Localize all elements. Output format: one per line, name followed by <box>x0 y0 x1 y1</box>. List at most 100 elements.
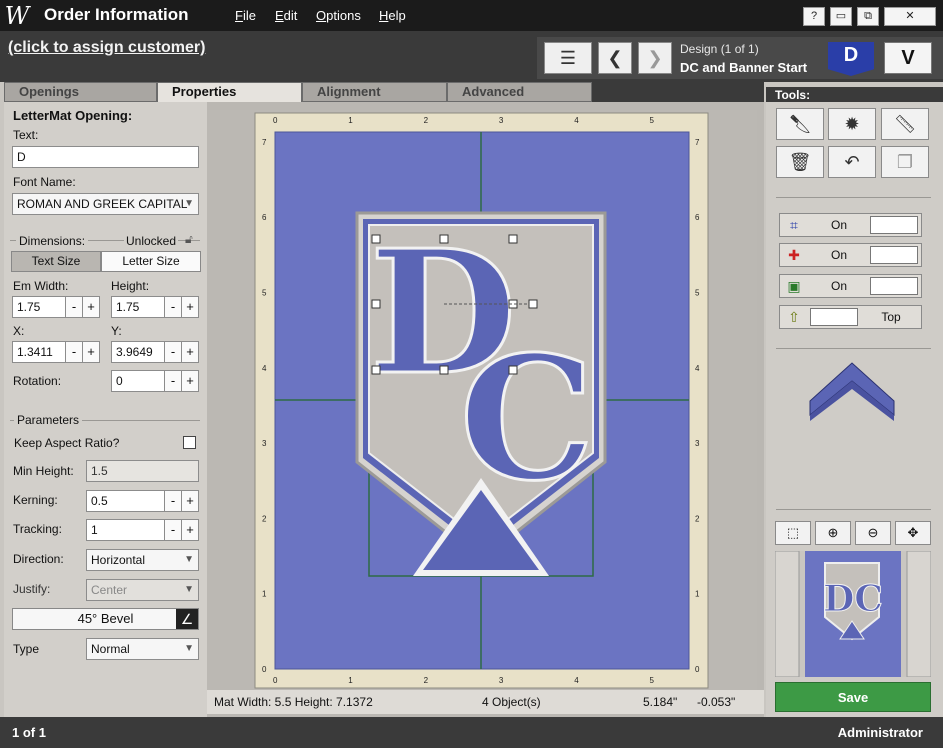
previous-design-icon[interactable]: ❮ <box>598 42 632 74</box>
type-select[interactable]: Normal ▼ <box>86 638 199 660</box>
toggle-switch[interactable] <box>870 277 918 295</box>
knife-icon[interactable]: 🔪︎ <box>776 108 824 140</box>
text-input[interactable]: D <box>12 146 199 168</box>
close-button[interactable]: ✕ <box>884 7 936 26</box>
pan-icon[interactable]: ✥ <box>895 521 931 545</box>
font-name-label: Font Name: <box>13 175 76 189</box>
design-navigation: ☰ ❮ ❯ Design (1 of 1) DC and Banner Star… <box>537 37 943 79</box>
tab-advanced[interactable]: Advanced <box>447 82 592 102</box>
next-design-icon[interactable]: ❯ <box>638 42 672 74</box>
visualization-button[interactable]: V <box>884 42 932 74</box>
kerning-increment[interactable]: + <box>181 490 199 512</box>
menu-edit[interactable]: Edit <box>275 8 297 23</box>
direction-label: Direction: <box>13 552 64 566</box>
text-size-toggle[interactable]: Text Size <box>11 251 101 272</box>
kerning-label: Kerning: <box>13 493 58 507</box>
page-indicator: 1 of 1 <box>12 725 46 740</box>
rotation-increment[interactable]: + <box>181 370 199 392</box>
trash-icon[interactable]: 🗑︎ <box>776 146 824 178</box>
zoom-in-icon[interactable]: ⊕ <box>815 521 851 545</box>
kerning-input[interactable]: 0.5 <box>86 490 166 512</box>
ruler-tick-label: 2 <box>262 514 267 523</box>
kerning-decrement[interactable]: - <box>164 490 182 512</box>
crosshair-icon: ✚ <box>788 247 800 263</box>
x-decrement[interactable]: - <box>65 341 83 363</box>
zoom-out-icon[interactable]: ⊖ <box>855 521 891 545</box>
toggle-switch[interactable] <box>870 216 918 234</box>
menu-help[interactable]: Help <box>379 8 406 23</box>
ruler-tick-label: 3 <box>262 439 267 448</box>
x-input[interactable]: 1.3411 <box>12 341 66 363</box>
properties-panel: LetterMat Opening: Text: D Font Name: RO… <box>4 102 207 717</box>
x-increment[interactable]: + <box>82 341 100 363</box>
em-width-input[interactable]: 1.75 <box>12 296 66 318</box>
keep-aspect-checkbox[interactable] <box>183 436 196 449</box>
move-up-arrow-icon[interactable] <box>806 359 898 433</box>
font-name-select[interactable]: ROMAN AND GREEK CAPITAL ▼ <box>12 193 199 215</box>
bevel-button[interactable]: 45° Bevel <box>12 608 199 630</box>
height-increment[interactable]: + <box>181 296 199 318</box>
tools-panel: Tools: 🔪︎ ✹ 📏︎ 🗑︎ ↶ ❐ ⌗ On ✚ On ▣ On ⇧ T… <box>766 87 943 717</box>
ruler-tick-label: 2 <box>424 676 429 685</box>
em-width-decrement[interactable]: - <box>65 296 83 318</box>
minimize-button[interactable]: ▭ <box>830 7 852 26</box>
letter-size-toggle[interactable]: Letter Size <box>101 251 201 272</box>
save-button[interactable]: Save <box>775 682 931 712</box>
zoom-fit-icon[interactable]: ⬚ <box>775 521 811 545</box>
rotation-input[interactable]: 0 <box>111 370 165 392</box>
y-decrement[interactable]: - <box>164 341 182 363</box>
tracking-input[interactable]: 1 <box>86 519 166 541</box>
restore-button[interactable]: ⧉ <box>857 7 879 26</box>
tracking-increment[interactable]: + <box>181 519 199 541</box>
y-input[interactable]: 3.9649 <box>111 341 165 363</box>
toggle-switch[interactable] <box>810 308 858 326</box>
tab-openings[interactable]: Openings <box>4 82 157 102</box>
min-height-input[interactable]: 1.5 <box>86 460 199 482</box>
ruler-tick-label: 2 <box>695 514 700 523</box>
burst-icon[interactable]: ✹ <box>828 108 876 140</box>
ruler-tick-label: 1 <box>348 676 353 685</box>
unlock-icon[interactable]: 🔓︎ <box>185 232 193 247</box>
mat-canvas[interactable]: D C 001122334455 7 76 65 54 43 32 21 10 0 <box>207 110 757 690</box>
help-icon[interactable]: ? <box>803 7 825 26</box>
design-workspace[interactable]: D C 001122334455 7766554433221100 <box>207 110 757 690</box>
height-decrement[interactable]: - <box>164 296 182 318</box>
em-width-increment[interactable]: + <box>82 296 100 318</box>
toggle-row-opening[interactable]: ⌗ On <box>779 213 922 237</box>
ruler-tick-label: 5 <box>262 289 267 298</box>
toggle-switch[interactable] <box>870 246 918 264</box>
lock-status: Unlocked <box>124 234 179 248</box>
toggle-row-bounds[interactable]: ▣ On <box>779 274 922 298</box>
height-input[interactable]: 1.75 <box>111 296 165 318</box>
tracking-label: Tracking: <box>13 522 62 536</box>
design-name: DC and Banner Start <box>680 60 808 75</box>
design-view-button[interactable]: D <box>828 42 874 76</box>
ruler-tick-label: 3 <box>499 676 504 685</box>
layers-icon[interactable]: ❐ <box>881 146 929 178</box>
tracking-decrement[interactable]: - <box>164 519 182 541</box>
chevron-down-icon: ▼ <box>184 554 194 565</box>
assign-customer-link[interactable]: (click to assign customer) <box>8 39 205 57</box>
hamburger-menu-icon[interactable]: ☰ <box>544 42 592 74</box>
rotation-decrement[interactable]: - <box>164 370 182 392</box>
rotation-label: Rotation: <box>13 374 62 388</box>
dimensions-label: Dimensions: <box>16 234 89 248</box>
opening-icon: ⌗ <box>790 217 798 233</box>
ruler-icon[interactable]: 📏︎ <box>881 108 929 140</box>
toggle-row-center[interactable]: ✚ On <box>779 243 922 267</box>
tab-alignment[interactable]: Alignment <box>302 82 447 102</box>
ruler-tick-label: 4 <box>695 364 700 373</box>
undo-icon[interactable]: ↶ <box>828 146 876 178</box>
status-bar: Mat Width: 5.5 Height: 7.1372 4 Object(s… <box>207 690 764 714</box>
type-value: Normal <box>91 642 130 656</box>
min-height-label: Min Height: <box>13 464 74 478</box>
toggle-row-position[interactable]: ⇧ Top <box>779 305 922 329</box>
arrow-up-icon: ⇧ <box>788 309 800 325</box>
direction-select[interactable]: Horizontal ▼ <box>86 549 199 571</box>
menu-options[interactable]: Options <box>316 8 361 23</box>
menu-file[interactable]: File <box>235 8 256 23</box>
chevron-down-icon: ▼ <box>184 584 194 595</box>
toggle-label: Top <box>881 310 901 324</box>
tab-properties[interactable]: Properties <box>157 82 302 103</box>
y-increment[interactable]: + <box>181 341 199 363</box>
